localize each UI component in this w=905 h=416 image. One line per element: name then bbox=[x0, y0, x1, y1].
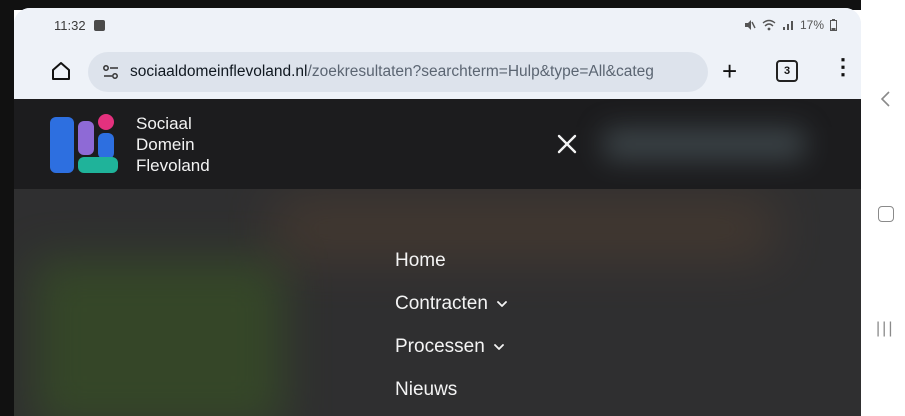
nav-item-label: Nieuws bbox=[395, 378, 458, 400]
blurred-background-block bbox=[274, 199, 774, 259]
nav-item-label: Contracten bbox=[395, 292, 488, 314]
address-bar[interactable]: sociaaldomeinflevoland.nl/zoekresultaten… bbox=[88, 52, 708, 92]
system-navigation-bar: ||| bbox=[861, 0, 905, 416]
chevron-down-icon[interactable] bbox=[493, 343, 504, 351]
recents-icon[interactable]: ||| bbox=[876, 320, 894, 338]
site-settings-icon[interactable] bbox=[102, 64, 120, 80]
nav-item-label: Home bbox=[395, 249, 446, 271]
logo-line-3: Flevoland bbox=[136, 156, 210, 175]
nav-item-home[interactable]: Home bbox=[395, 239, 507, 282]
device-frame-left bbox=[0, 0, 14, 416]
new-tab-icon[interactable]: + bbox=[722, 58, 737, 84]
browser-toolbar: sociaaldomeinflevoland.nl/zoekresultaten… bbox=[14, 44, 861, 99]
signal-icon bbox=[782, 21, 793, 30]
more-menu-icon[interactable]: ⋮ bbox=[832, 56, 854, 78]
logo-line-1: Sociaal bbox=[136, 114, 192, 133]
status-icons: 17% bbox=[744, 18, 837, 32]
nav-item-processen[interactable]: Processen bbox=[395, 325, 507, 368]
chevron-down-icon[interactable] bbox=[497, 300, 507, 308]
blurred-background-block bbox=[34, 259, 284, 416]
site-logo-text[interactable]: Sociaal Domein Flevoland bbox=[136, 113, 210, 176]
phone-screen: 11:32 17% sociaaldomeinflevoland.nl/zoek… bbox=[14, 8, 861, 416]
tab-switcher-button[interactable]: 3 bbox=[776, 60, 798, 82]
nav-item-nieuws[interactable]: Nieuws bbox=[395, 368, 507, 411]
status-time: 11:32 bbox=[54, 18, 86, 33]
back-icon[interactable] bbox=[879, 90, 893, 108]
mail-icon bbox=[94, 20, 105, 31]
blurred-header-element bbox=[604, 129, 804, 159]
close-menu-icon[interactable] bbox=[554, 131, 580, 157]
battery-icon bbox=[830, 19, 837, 31]
url-host: sociaaldomeinflevoland.nl bbox=[130, 63, 308, 80]
home-icon[interactable] bbox=[50, 60, 72, 82]
mute-icon bbox=[744, 20, 756, 30]
url-text[interactable]: sociaaldomeinflevoland.nl/zoekresultaten… bbox=[130, 63, 698, 81]
battery-percent: 17% bbox=[799, 18, 824, 32]
home-button-icon[interactable] bbox=[878, 206, 894, 222]
site-header: Sociaal Domein Flevoland bbox=[14, 99, 861, 189]
status-bar: 11:32 17% bbox=[14, 8, 861, 44]
nav-item-label: Processen bbox=[395, 335, 485, 357]
url-path: /zoekresultaten?searchterm=Hulp&type=All… bbox=[307, 63, 654, 80]
nav-item-contracten[interactable]: Contracten bbox=[395, 282, 507, 325]
site-logo[interactable] bbox=[50, 113, 120, 175]
main-navigation: Home Contracten Processen Nieuws bbox=[395, 239, 507, 411]
wifi-icon bbox=[762, 19, 776, 31]
web-content: Sociaal Domein Flevoland Home Contracten… bbox=[14, 99, 861, 416]
logo-line-2: Domein bbox=[136, 135, 195, 154]
